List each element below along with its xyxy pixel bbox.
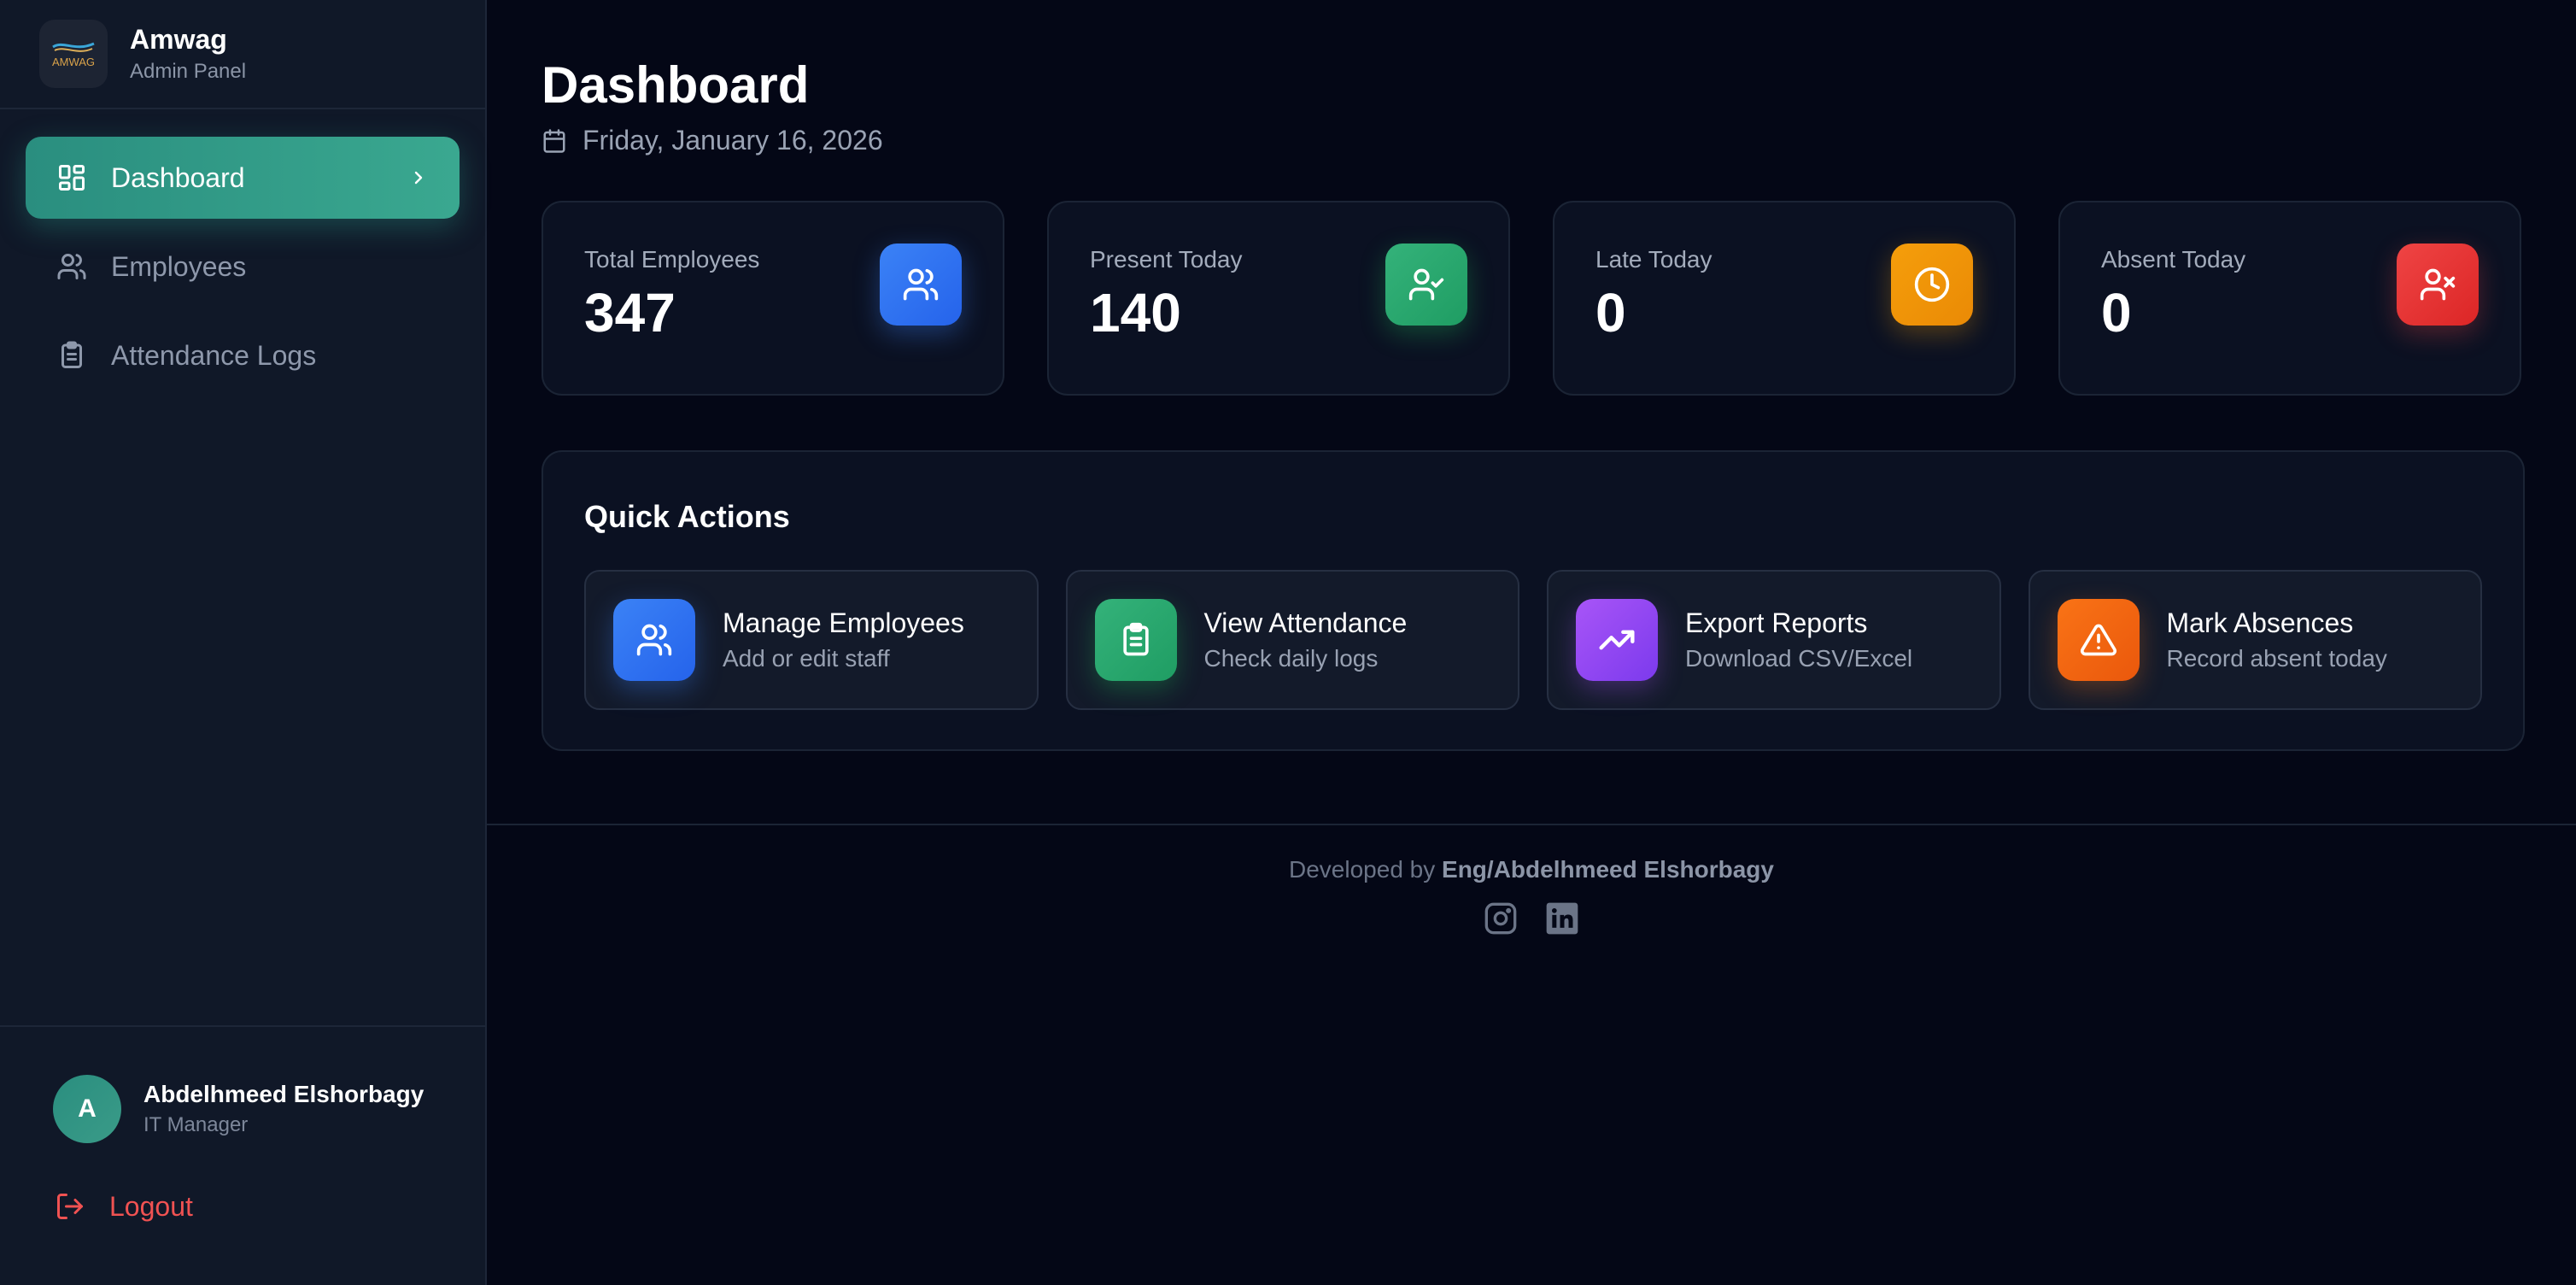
- action-description: Check daily logs: [1203, 645, 1379, 672]
- linkedin-icon[interactable]: [1544, 901, 1580, 936]
- users-icon: [55, 249, 89, 284]
- chevron-right-icon: [407, 166, 430, 190]
- social-links: [487, 901, 2576, 936]
- action-label: View Attendance: [1203, 607, 1408, 638]
- quick-actions-row: Manage Employees Add or edit staff View …: [584, 570, 2482, 710]
- stat-card-present-today[interactable]: Present Today 140: [1047, 201, 1510, 396]
- user-check-icon: [1385, 244, 1467, 326]
- user-profile[interactable]: A Abdelhmeed Elshorbagy IT Manager: [0, 1027, 485, 1143]
- clock-icon: [1891, 244, 1973, 326]
- app-root: AMWAG Amwag Admin Panel Dashboard Employ…: [0, 0, 2576, 1285]
- stat-card-total-employees[interactable]: Total Employees 347: [542, 201, 1004, 396]
- view-attendance-button[interactable]: View Attendance Check daily logs: [1065, 570, 1519, 710]
- users-icon: [613, 599, 695, 681]
- sidebar-item-label: Attendance Logs: [111, 339, 317, 371]
- page-footer: Developed by Eng/Abdelhmeed Elshorbagy: [487, 824, 2576, 936]
- brand-name: Amwag: [130, 24, 227, 55]
- logout-label: Logout: [109, 1190, 193, 1222]
- action-label: Manage Employees: [723, 607, 964, 638]
- footer-author: Eng/Abdelhmeed Elshorbagy: [1442, 856, 1774, 883]
- action-description: Record absent today: [2166, 645, 2387, 672]
- action-label: Export Reports: [1685, 607, 1868, 638]
- sidebar-item-attendance-logs[interactable]: Attendance Logs: [26, 314, 460, 396]
- logout-button[interactable]: Logout: [0, 1189, 485, 1223]
- trending-up-icon: [1576, 599, 1658, 681]
- sidebar-footer: A Abdelhmeed Elshorbagy IT Manager Logou…: [0, 1025, 485, 1285]
- current-date: Friday, January 16, 2026: [542, 125, 2525, 156]
- instagram-icon[interactable]: [1483, 901, 1519, 936]
- action-description: Download CSV/Excel: [1685, 645, 1913, 672]
- footer-prefix: Developed by: [1289, 856, 1436, 883]
- mark-absences-button[interactable]: Mark Absences Record absent today: [2028, 570, 2482, 710]
- sidebar-item-employees[interactable]: Employees: [26, 226, 460, 308]
- page-title: Dashboard: [542, 56, 810, 114]
- user-name: Abdelhmeed Elshorbagy: [143, 1081, 424, 1107]
- action-label: Mark Absences: [2166, 607, 2354, 638]
- brand-subtitle: Admin Panel: [130, 60, 247, 83]
- sidebar-nav: Dashboard Employees Attendance Logs: [0, 109, 485, 403]
- action-description: Add or edit staff: [723, 645, 890, 672]
- alert-triangle-icon: [2057, 599, 2140, 681]
- user-x-icon: [2397, 244, 2479, 326]
- sidebar-item-label: Employees: [111, 250, 247, 282]
- calendar-icon: [542, 127, 569, 155]
- users-icon: [880, 244, 962, 326]
- dashboard-icon: [55, 161, 89, 195]
- stats-row: Total Employees 347 Present Today 140 La…: [542, 201, 2525, 396]
- amwag-logo-icon[interactable]: AMWAG: [39, 20, 108, 88]
- svg-text:AMWAG: AMWAG: [52, 56, 95, 68]
- user-role: IT Manager: [143, 1113, 249, 1136]
- logout-icon: [53, 1189, 87, 1223]
- manage-employees-button[interactable]: Manage Employees Add or edit staff: [584, 570, 1039, 710]
- export-reports-button[interactable]: Export Reports Download CSV/Excel: [1547, 570, 2001, 710]
- sidebar: AMWAG Amwag Admin Panel Dashboard Employ…: [0, 0, 487, 1285]
- brand-header: AMWAG Amwag Admin Panel: [0, 0, 485, 109]
- avatar: A: [53, 1075, 121, 1143]
- footer-credit: Developed by Eng/Abdelhmeed Elshorbagy: [487, 856, 2576, 883]
- date-text: Friday, January 16, 2026: [583, 125, 883, 155]
- clipboard-icon: [55, 338, 89, 373]
- main-content: Dashboard Friday, January 16, 2026 Total…: [487, 0, 2576, 1285]
- sidebar-item-dashboard[interactable]: Dashboard: [26, 137, 460, 219]
- stat-card-absent-today[interactable]: Absent Today 0: [2058, 201, 2521, 396]
- clipboard-icon: [1094, 599, 1177, 681]
- quick-actions-panel: Quick Actions Manage Employees Add or ed…: [542, 450, 2525, 751]
- sidebar-item-label: Dashboard: [111, 161, 245, 193]
- quick-actions-title: Quick Actions: [584, 499, 790, 534]
- stat-card-late-today[interactable]: Late Today 0: [1553, 201, 2016, 396]
